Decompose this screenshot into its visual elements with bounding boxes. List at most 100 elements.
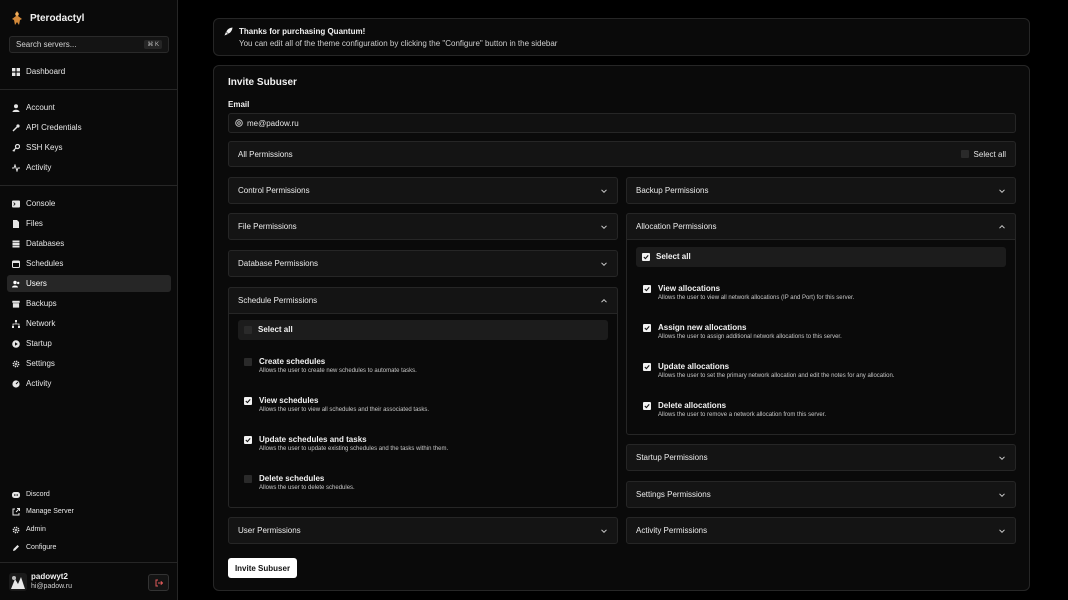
- sidebar-item-label: Dashboard: [26, 67, 66, 76]
- checkbox[interactable]: [244, 326, 252, 334]
- code-icon: [12, 123, 20, 132]
- logout-button[interactable]: [148, 574, 169, 591]
- sidebar-item-discord[interactable]: Discord: [7, 486, 171, 503]
- section-file-permissions[interactable]: File Permissions: [228, 213, 618, 240]
- section-backup-permissions[interactable]: Backup Permissions: [626, 177, 1016, 204]
- users-icon: [12, 280, 20, 288]
- sidebar-item-api-credentials[interactable]: API Credentials: [7, 119, 171, 136]
- checkbox[interactable]: [244, 475, 252, 483]
- chevron-up-icon: [601, 298, 607, 303]
- network-icon: [12, 319, 20, 328]
- permission-item[interactable]: Create schedules Allows the user to crea…: [244, 357, 417, 375]
- brand[interactable]: Pterodactyl: [10, 10, 84, 26]
- sidebar-item-dashboard[interactable]: Dashboard: [7, 63, 171, 80]
- allocation-select-all[interactable]: Select all: [636, 247, 1006, 267]
- checkbox[interactable]: [960, 150, 969, 158]
- chevron-down-icon: [601, 224, 607, 229]
- permission-item[interactable]: Delete schedules Allows the user to dele…: [244, 474, 355, 492]
- permission-description: Allows the user to view all network allo…: [658, 295, 855, 301]
- permission-description: Allows the user to view all schedules an…: [259, 407, 430, 413]
- pencil-icon: [12, 544, 20, 552]
- permission-item[interactable]: Update allocations Allows the user to se…: [643, 362, 894, 380]
- invite-subuser-button[interactable]: Invite Subuser: [228, 558, 297, 578]
- logout-icon: [155, 579, 163, 587]
- notice-body: You can edit all of the theme configurat…: [239, 39, 558, 48]
- permission-description: Allows the user to set the primary netwo…: [658, 373, 895, 379]
- section-title: Allocation Permissions: [636, 222, 717, 231]
- play-icon: [12, 339, 20, 348]
- terminal-icon: [12, 200, 20, 208]
- sidebar-item-backups[interactable]: Backups: [7, 295, 171, 312]
- rocket-icon: [224, 27, 233, 36]
- sidebar-item-settings[interactable]: Settings: [7, 355, 171, 372]
- checkbox[interactable]: [244, 358, 252, 366]
- pterodactyl-logo-icon: [10, 10, 24, 26]
- select-all-permissions[interactable]: Select all: [960, 149, 1006, 159]
- select-all-label: Select all: [656, 252, 691, 261]
- permission-description: Allows the user to delete schedules.: [259, 485, 355, 491]
- section-allocation-permissions[interactable]: Allocation Permissions: [626, 213, 1016, 240]
- sidebar-item-network[interactable]: Network: [7, 315, 171, 332]
- search-placeholder: Search servers...: [16, 40, 77, 49]
- section-control-permissions[interactable]: Control Permissions: [228, 177, 618, 204]
- email-field[interactable]: me@padow.ru: [228, 113, 1016, 133]
- sidebar-item-databases[interactable]: Databases: [7, 235, 171, 252]
- gauge-icon: [12, 379, 20, 388]
- section-database-permissions[interactable]: Database Permissions: [228, 250, 618, 277]
- permission-item[interactable]: Update schedules and tasks Allows the us…: [244, 435, 448, 453]
- sidebar-item-label: Manage Server: [26, 508, 74, 515]
- checkbox-checked[interactable]: [244, 436, 252, 444]
- activity-icon: [12, 163, 20, 172]
- permission-item[interactable]: Delete allocations Allows the user to re…: [643, 401, 826, 419]
- permission-item[interactable]: View schedules Allows the user to view a…: [244, 396, 429, 414]
- sidebar-item-label: Configure: [26, 544, 57, 551]
- section-user-permissions[interactable]: User Permissions: [228, 517, 618, 544]
- permission-title: Assign new allocations: [658, 323, 747, 332]
- checkbox-checked[interactable]: [643, 402, 651, 410]
- sidebar-item-schedules[interactable]: Schedules: [7, 255, 171, 272]
- sidebar-item-activity-server[interactable]: Activity: [7, 375, 171, 392]
- user-profile[interactable]: padowyt2 hi@padow.ru: [9, 572, 72, 591]
- sidebar-item-admin[interactable]: Admin: [7, 521, 171, 538]
- permission-item[interactable]: Assign new allocations Allows the user t…: [643, 323, 842, 341]
- all-permissions-bar: All Permissions Select all: [228, 141, 1016, 167]
- checkbox-checked[interactable]: [643, 324, 651, 332]
- section-title: User Permissions: [238, 526, 301, 535]
- sidebar-item-users[interactable]: Users: [7, 275, 171, 292]
- sidebar-item-manage-server[interactable]: Manage Server: [7, 503, 171, 520]
- select-all-label: Select all: [973, 149, 1006, 159]
- sidebar-item-startup[interactable]: Startup: [7, 335, 171, 352]
- calendar-icon: [12, 260, 20, 268]
- sidebar-item-configure[interactable]: Configure: [7, 539, 171, 556]
- checkbox-checked[interactable]: [642, 253, 650, 261]
- schedule-select-all[interactable]: Select all: [238, 320, 608, 340]
- sidebar-item-label: Account: [26, 103, 55, 112]
- sidebar-item-files[interactable]: Files: [7, 215, 171, 232]
- permission-title: Create schedules: [259, 357, 326, 366]
- permission-item[interactable]: View allocations Allows the user to view…: [643, 284, 854, 302]
- sidebar-item-label: Startup: [26, 339, 52, 348]
- user-email: hi@padow.ru: [31, 583, 72, 590]
- sidebar-item-account[interactable]: Account: [7, 99, 171, 116]
- sidebar-divider: [0, 89, 177, 90]
- section-schedule-permissions[interactable]: Schedule Permissions: [228, 287, 618, 314]
- section-title: Schedule Permissions: [238, 296, 318, 305]
- checkbox-checked[interactable]: [244, 397, 252, 405]
- section-title: Settings Permissions: [636, 490, 711, 499]
- section-title: Database Permissions: [238, 259, 319, 268]
- checkbox-checked[interactable]: [643, 285, 651, 293]
- sidebar: Pterodactyl Search servers... ⌘ K Dashbo…: [0, 0, 178, 600]
- sidebar-item-ssh-keys[interactable]: SSH Keys: [7, 139, 171, 156]
- sidebar-item-console[interactable]: Console: [7, 195, 171, 212]
- section-activity-permissions[interactable]: Activity Permissions: [626, 517, 1016, 544]
- section-settings-permissions[interactable]: Settings Permissions: [626, 481, 1016, 508]
- permission-title: Update allocations: [658, 362, 730, 371]
- sidebar-item-label: Network: [26, 319, 56, 328]
- section-startup-permissions[interactable]: Startup Permissions: [626, 444, 1016, 471]
- checkbox-checked[interactable]: [643, 363, 651, 371]
- search-input[interactable]: Search servers... ⌘ K: [9, 36, 169, 53]
- sidebar-item-label: SSH Keys: [26, 143, 63, 152]
- section-title: Backup Permissions: [636, 186, 709, 195]
- section-title: Control Permissions: [238, 186, 310, 195]
- sidebar-item-activity-account[interactable]: Activity: [7, 159, 171, 176]
